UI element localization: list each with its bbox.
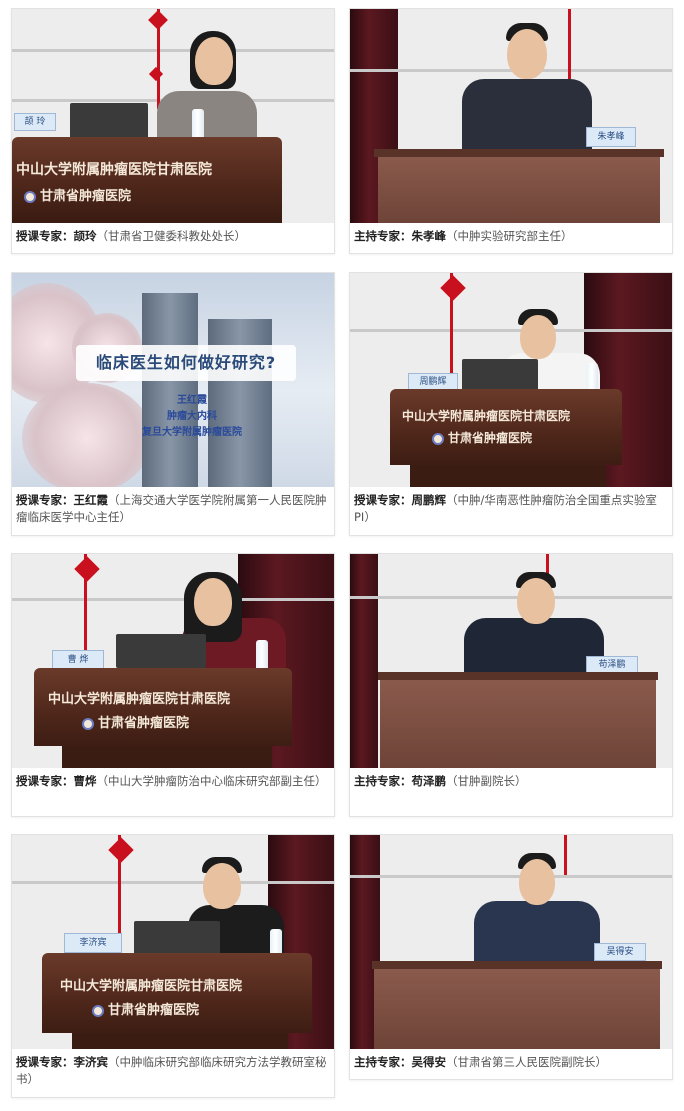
nameplate: 颉 玲	[14, 113, 56, 131]
speaker-caption: 授课专家：曹烨（中山大学肿瘤防治中心临床研究部副主任）	[16, 773, 328, 790]
speaker-caption: 主持专家：苟泽鹏（甘肿副院长）	[354, 773, 666, 790]
speaker-name: 吴得安	[411, 1055, 447, 1069]
speaker-card: 吴得安 主持专家：吴得安（甘肃省第三人民医院副院长）	[349, 834, 673, 1080]
speaker-card: 朱孝峰 主持专家：朱孝峰（中肿实验研究部主任）	[349, 8, 673, 254]
role-label: 授课专家：	[16, 229, 74, 243]
speaker-name: 朱孝峰	[411, 229, 447, 243]
speaker-photo: 苟泽鹏	[350, 554, 672, 768]
lectern	[374, 969, 660, 1049]
slide-department: 肿瘤大内科	[167, 411, 217, 422]
speaker-card: 周鹏辉 中山大学附属肿瘤医院甘肃医院 甘肃省肿瘤医院 授课专家：周鹏辉（中肿/华…	[349, 272, 673, 536]
speaker-card: 曹 烨 中山大学附属肿瘤医院甘肃医院 甘肃省肿瘤医院 授课专家：曹烨（中山大学肿…	[11, 553, 335, 817]
speaker-photo: 曹 烨 中山大学附属肿瘤医院甘肃医院 甘肃省肿瘤医院	[12, 554, 334, 768]
podium-sign-line2: 甘肃省肿瘤医院	[432, 429, 532, 446]
speaker-card: 苟泽鹏 主持专家：苟泽鹏（甘肿副院长）	[349, 553, 673, 817]
role-label: 授课专家：	[16, 774, 74, 788]
lectern	[380, 680, 656, 768]
speaker-name: 李济宾	[73, 1055, 109, 1069]
speaker-name: 周鹏辉	[411, 493, 447, 507]
speaker-caption: 授课专家：王红霞（上海交通大学医学院附属第一人民医院肿瘤临床医学中心主任）	[16, 492, 328, 526]
speaker-title: （甘肃省卫健委科教处处长）	[96, 229, 247, 243]
podium-sign-line2: 甘肃省肿瘤医院	[82, 712, 189, 731]
speaker-photo: 颉 玲 中山大学附属肿瘤医院甘肃医院 甘肃省肿瘤医院	[12, 9, 334, 223]
speaker-name: 苟泽鹏	[411, 774, 447, 788]
speaker-name: 曹烨	[73, 774, 97, 788]
podium	[34, 668, 292, 746]
role-label: 主持专家：	[354, 229, 412, 243]
speaker-caption: 主持专家：吴得安（甘肃省第三人民医院副院长）	[354, 1054, 666, 1071]
role-label: 授课专家：	[16, 493, 74, 507]
slide-organization: 复旦大学附属肿瘤医院	[142, 427, 242, 438]
nameplate: 李济宾	[64, 933, 122, 953]
role-label: 主持专家：	[354, 774, 412, 788]
hospital-emblem-icon	[82, 717, 94, 730]
speaker-name: 王红霞	[73, 493, 109, 507]
speaker-card: 李济宾 中山大学附属肿瘤医院甘肃医院 甘肃省肿瘤医院 授课专家：李济宾（中肿临床…	[11, 834, 335, 1098]
hospital-emblem-icon	[92, 1004, 104, 1017]
speaker-caption: 主持专家：朱孝峰（中肿实验研究部主任）	[354, 228, 666, 245]
role-label: 授课专家：	[16, 1055, 74, 1069]
photo-grid: 颉 玲 中山大学附属肿瘤医院甘肃医院 甘肃省肿瘤医院 授课专家：颉玲（甘肃省卫健…	[0, 0, 684, 1111]
speaker-card: 临床医生如何做好研究? 王红霞 肿瘤大内科 复旦大学附属肿瘤医院 授课专家：王红…	[11, 272, 335, 536]
speaker-title: （甘肿副院长）	[446, 774, 527, 788]
podium-sign-line2: 甘肃省肿瘤医院	[92, 999, 199, 1018]
podium	[390, 389, 622, 465]
speaker-card: 颉 玲 中山大学附属肿瘤医院甘肃医院 甘肃省肿瘤医院 授课专家：颉玲（甘肃省卫健…	[11, 8, 335, 254]
slide-photo: 临床医生如何做好研究? 王红霞 肿瘤大内科 复旦大学附属肿瘤医院	[12, 273, 334, 487]
slide-title: 临床医生如何做好研究?	[76, 345, 296, 381]
podium-sign-line1: 中山大学附属肿瘤医院甘肃医院	[48, 692, 231, 707]
speaker-photo: 周鹏辉 中山大学附属肿瘤医院甘肃医院 甘肃省肿瘤医院	[350, 273, 672, 487]
podium-sign-line1: 中山大学附属肿瘤医院甘肃医院	[16, 162, 212, 178]
speaker-caption: 授课专家：李济宾（中肿临床研究部临床研究方法学教研室秘书）	[16, 1054, 328, 1088]
lectern	[378, 157, 660, 223]
speaker-title: （中山大学肿瘤防治中心临床研究部副主任）	[96, 774, 327, 788]
slide-presenter: 王红霞	[177, 395, 207, 406]
role-label: 授课专家：	[354, 493, 412, 507]
nameplate: 曹 烨	[52, 650, 104, 670]
speaker-title: （甘肃省第三人民医院副院长）	[446, 1055, 607, 1069]
speaker-name: 颉玲	[73, 229, 97, 243]
speaker-caption: 授课专家：周鹏辉（中肿/华南恶性肿瘤防治全国重点实验室PI）	[354, 492, 666, 526]
speaker-photo: 李济宾 中山大学附属肿瘤医院甘肃医院 甘肃省肿瘤医院	[12, 835, 334, 1049]
speaker-photo: 吴得安	[350, 835, 672, 1049]
podium-sign-line2: 甘肃省肿瘤医院	[24, 185, 131, 204]
speaker-photo: 朱孝峰	[350, 9, 672, 223]
nameplate: 吴得安	[594, 943, 646, 961]
podium-sign-line1: 中山大学附属肿瘤医院甘肃医院	[60, 979, 243, 994]
hospital-emblem-icon	[432, 432, 444, 445]
speaker-caption: 授课专家：颉玲（甘肃省卫健委科教处处长）	[16, 228, 328, 245]
role-label: 主持专家：	[354, 1055, 412, 1069]
hospital-emblem-icon	[24, 190, 36, 203]
podium-sign-line1: 中山大学附属肿瘤医院甘肃医院	[402, 409, 571, 423]
speaker-title: （中肿实验研究部主任）	[446, 229, 573, 243]
nameplate: 朱孝峰	[586, 127, 636, 147]
